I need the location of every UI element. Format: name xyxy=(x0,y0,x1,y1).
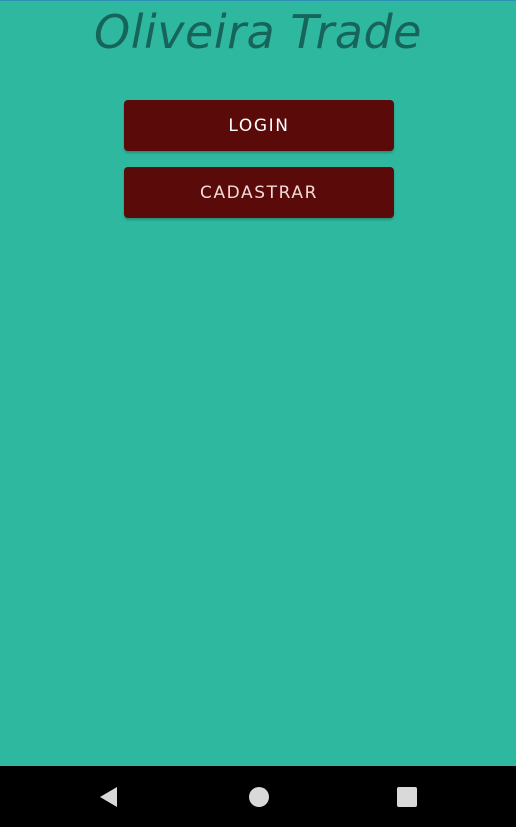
home-circle-icon xyxy=(249,786,269,807)
status-bar-edge xyxy=(0,0,516,1)
app-title: Oliveira Trade xyxy=(94,5,422,59)
nav-home-button[interactable] xyxy=(229,766,289,827)
recents-square-icon xyxy=(397,786,417,807)
register-button-label: CADASTRAR xyxy=(199,182,319,203)
login-button[interactable]: LOGIN xyxy=(124,100,394,151)
login-button-label: LOGIN xyxy=(228,115,290,136)
nav-back-button[interactable] xyxy=(79,766,139,827)
back-triangle-icon xyxy=(100,786,117,807)
nav-recents-button[interactable] xyxy=(377,766,437,827)
register-button[interactable]: CADASTRAR xyxy=(124,167,394,218)
system-navigation-bar xyxy=(0,766,516,827)
